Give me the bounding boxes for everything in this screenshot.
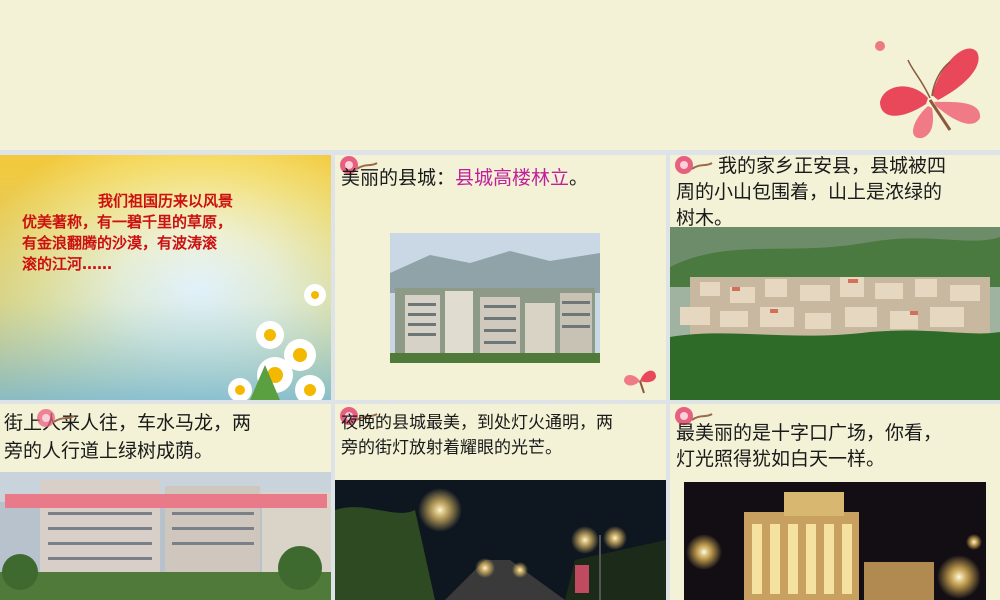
night-line-2: 旁的街灯放射着耀眼的光芒。 (341, 438, 562, 458)
street-photo (0, 472, 331, 600)
square-line-1: 最美丽的是十字口广场，你看， (676, 422, 943, 444)
panel-street: 街上人来人往，车水马龙，两 旁的人行道上绿树成荫。 (0, 404, 331, 600)
intro-line-1: 我们祖国历来以风景 (98, 192, 234, 210)
butterfly-icon (875, 41, 981, 139)
intro-line-4: 滚的江河…… (22, 255, 113, 273)
county-caption: 美丽的县城：县城高楼林立。 (341, 167, 589, 189)
night-square-photo (684, 482, 986, 600)
title-area (0, 0, 1000, 150)
hometown-line-1: 我的家乡正安县，县城被四 (718, 155, 947, 177)
caption-highlight: 县城高楼林立 (455, 167, 570, 189)
hillside-town-photo (670, 227, 1000, 400)
buildings-photo (390, 233, 600, 363)
panel-intro: 我们祖国历来以风景 优美著称，有一碧千里的草原， 有金浪翻腾的沙漠，有波涛滚 滚… (0, 155, 331, 400)
hometown-line-2: 周的小山包围着，山上是浓绿的 (676, 181, 943, 203)
street-line-2: 旁的人行道上绿树成荫。 (4, 440, 214, 462)
flower-icon (37, 409, 75, 427)
panel-hometown: 我的家乡正安县，县城被四 周的小山包围着，山上是浓绿的 树木。 (670, 155, 1000, 400)
panel-square: 最美丽的是十字口广场，你看， 灯光照得犹如白天一样。 (670, 404, 1000, 600)
night-line-1: 夜晚的县城最美，到处灯火通明，两 (341, 413, 613, 433)
intro-line-3: 有金浪翻腾的沙漠，有波涛滚 (22, 234, 218, 252)
intro-line-2: 优美著称，有一碧千里的草原， (22, 213, 233, 231)
square-line-2: 灯光照得犹如白天一样。 (676, 448, 886, 470)
night-street-photo (335, 480, 666, 600)
butterfly-icon (624, 370, 656, 394)
panel-night-street: 夜晚的县城最美，到处灯火通明，两 旁的街灯放射着耀眼的光芒。 (335, 404, 666, 600)
panel-county-buildings: 美丽的县城：县城高楼林立。 (335, 155, 666, 400)
